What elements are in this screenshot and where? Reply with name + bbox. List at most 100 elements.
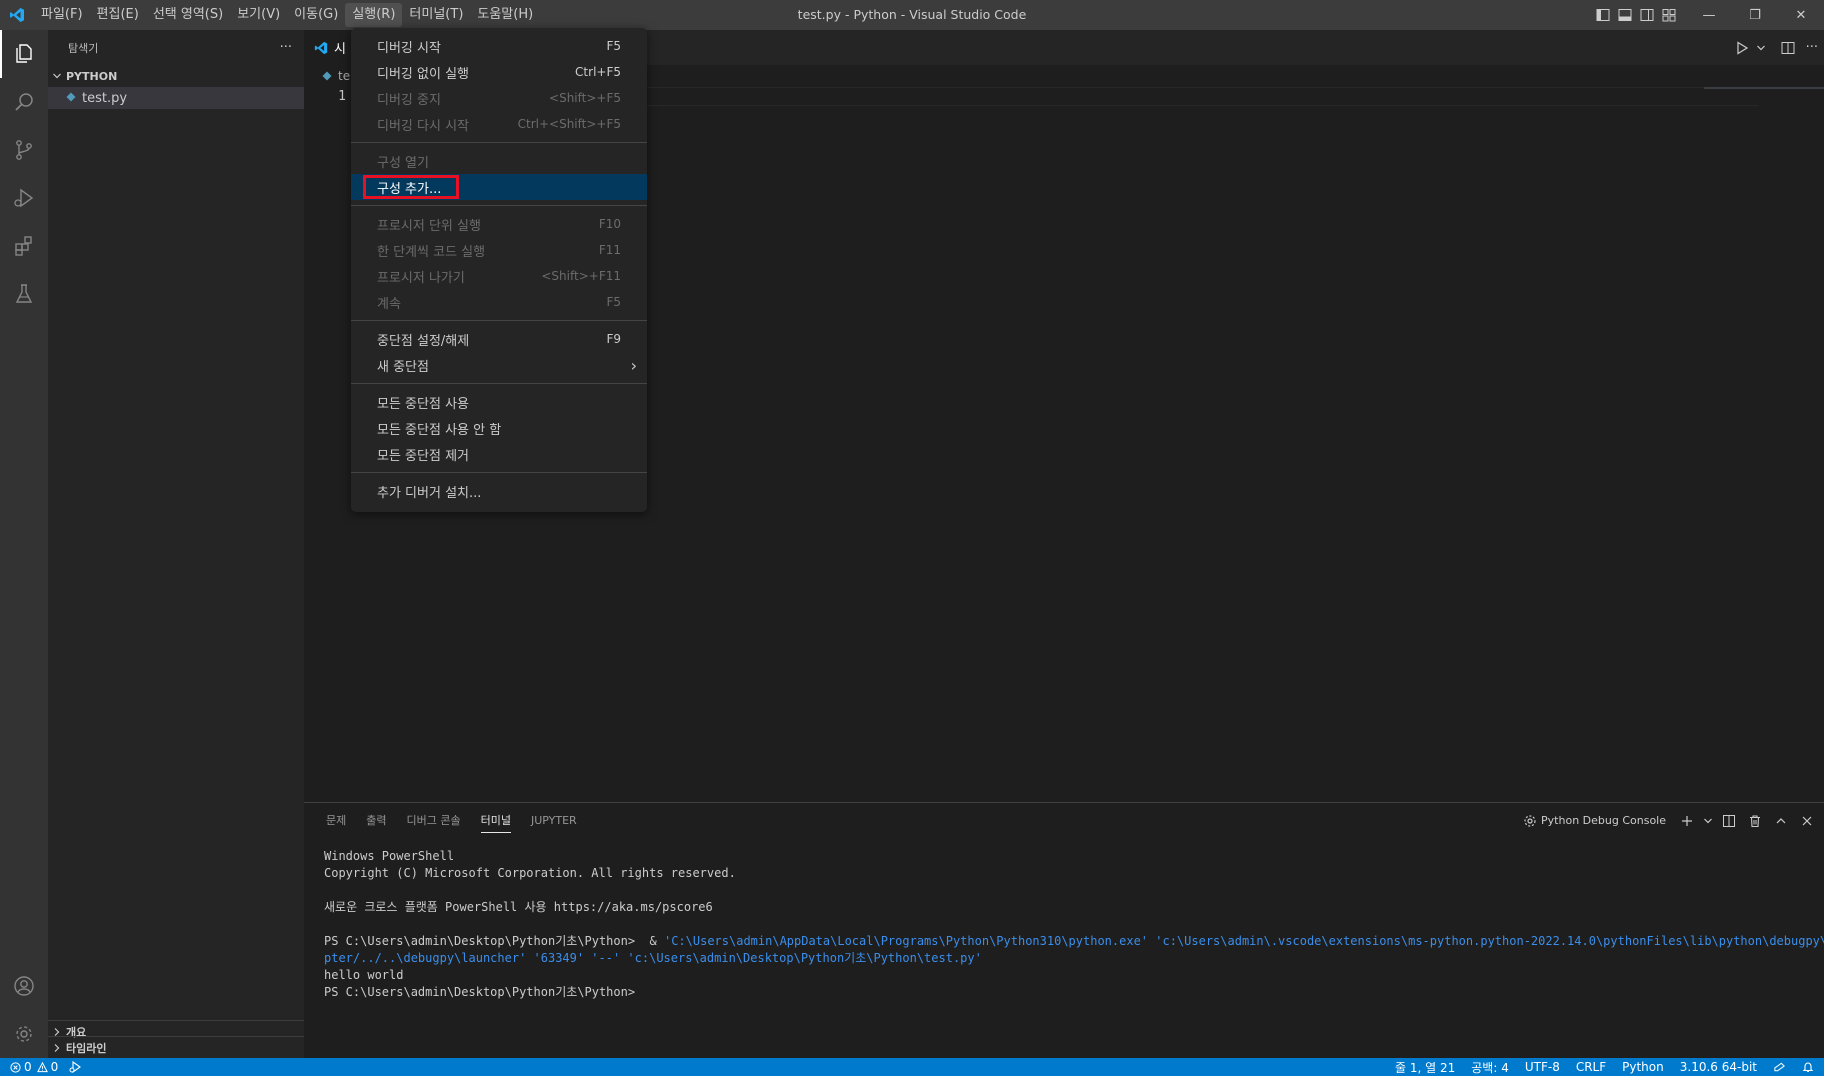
editor-tab-welcome[interactable]: 시 [304, 30, 352, 65]
terminal-prompt: PS C:\Users\admin\Desktop\Python기초\Pytho… [324, 934, 664, 948]
menu-item-3[interactable]: 보기(V) [230, 3, 287, 27]
python-file-icon [322, 71, 332, 81]
terminal-line: pter/../..\debugpy\launcher' '63349' '--… [324, 950, 1804, 967]
chevron-right-icon [52, 1027, 66, 1037]
run-menu-item-shortcut: <Shift>+F11 [541, 269, 621, 283]
explorer-icon[interactable] [0, 30, 48, 78]
notifications-bell-icon[interactable] [1802, 1061, 1814, 1073]
run-menu-item[interactable]: 추가 디버거 설치... [351, 478, 647, 504]
encoding[interactable]: UTF-8 [1525, 1060, 1560, 1074]
toggle-secondary-sidebar-icon[interactable] [1636, 4, 1658, 26]
menu-item-4[interactable]: 이동(G) [287, 3, 345, 27]
menu-item-5[interactable]: 실행(R) [345, 3, 403, 27]
indentation[interactable]: 공백: 4 [1471, 1059, 1509, 1076]
debug-console-gear-icon [1523, 814, 1537, 828]
panel-tab-1[interactable]: 출력 [356, 803, 396, 838]
extensions-icon[interactable] [0, 222, 48, 270]
editor-tab-label: 시 [334, 42, 346, 57]
file-item-test-py[interactable]: test.py [48, 87, 304, 109]
source-control-icon[interactable] [0, 126, 48, 174]
minimap[interactable] [1704, 87, 1824, 89]
run-menu-item[interactable]: 디버깅 시작 F5 [351, 33, 647, 59]
activity-bar [0, 30, 48, 1058]
split-editor-icon[interactable] [1780, 40, 1796, 56]
toggle-primary-sidebar-icon[interactable] [1592, 4, 1614, 26]
run-menu-item-shortcut: F10 [598, 217, 621, 231]
run-menu-item[interactable]: 모든 중단점 사용 [351, 389, 647, 415]
terminal-name[interactable]: Python Debug Console [1541, 814, 1666, 827]
debug-status-icon[interactable] [68, 1061, 82, 1073]
run-menu-item[interactable]: 디버깅 없이 실행 Ctrl+F5 [351, 59, 647, 85]
feedback-icon[interactable] [1773, 1061, 1786, 1073]
restore-button[interactable]: ❐ [1732, 0, 1778, 30]
run-and-debug-icon[interactable] [0, 174, 48, 222]
run-menu-item[interactable]: 모든 중단점 사용 안 함 [351, 415, 647, 441]
menu-item-6[interactable]: 터미널(T) [402, 3, 470, 27]
terminal-command-args: 'C:\Users\admin\AppData\Local\Programs\P… [663, 934, 1824, 948]
vscode-tab-icon [314, 41, 328, 55]
language-mode[interactable]: Python [1622, 1060, 1664, 1074]
maximize-panel-chevron-up-icon[interactable] [1770, 810, 1792, 832]
problems-status[interactable]: 0 0 [10, 1060, 58, 1074]
run-menu-item: 디버깅 중지 <Shift>+F5 [351, 85, 647, 111]
customize-layout-icon[interactable] [1658, 4, 1680, 26]
end-of-line[interactable]: CRLF [1576, 1060, 1606, 1074]
run-menu-dropdown: 디버깅 시작 F5 디버깅 없이 실행 Ctrl+F5 디버깅 중지 <Shift>+F5… [351, 28, 647, 512]
chevron-down-icon[interactable] [1702, 810, 1714, 832]
error-count: 0 [24, 1060, 32, 1074]
run-menu-item[interactable]: 새 중단점 › [351, 352, 647, 378]
split-terminal-icon[interactable] [1718, 810, 1740, 832]
run-menu-item-shortcut: F9 [606, 332, 621, 346]
run-menu-item-label: 모든 중단점 사용 [377, 396, 469, 412]
toggle-panel-icon[interactable] [1614, 4, 1636, 26]
title-bar-actions: — ❐ ✕ [1592, 0, 1824, 30]
run-menu-item[interactable]: 구성 추가... [351, 174, 647, 200]
search-icon[interactable] [0, 78, 48, 126]
manage-gear-icon[interactable] [0, 1010, 48, 1058]
menu-separator [351, 205, 647, 206]
run-python-file-icon[interactable] [1734, 40, 1750, 56]
explorer-header: 탐색기 ··· [48, 30, 304, 65]
highlight-callout-box [363, 175, 459, 199]
run-menu-item[interactable]: 모든 중단점 제거 [351, 441, 647, 467]
panel-tab-3[interactable]: 터미널 [471, 803, 521, 838]
terminal-text: Windows PowerShell [324, 849, 455, 863]
warning-icon [36, 1061, 48, 1073]
chevron-down-icon [52, 71, 66, 81]
menu-item-0[interactable]: 파일(F) [34, 3, 90, 27]
menu-separator [351, 472, 647, 473]
run-menu-item[interactable]: 중단점 설정/해제 F9 [351, 326, 647, 352]
terminal-line: Windows PowerShell [324, 848, 1804, 865]
title-bar: 파일(F) 편집(E) 선택 영역(S) 보기(V) 이동(G) 실행(R) 터미널(T) 도… [0, 0, 1824, 30]
menu-item-1[interactable]: 편집(E) [90, 3, 146, 27]
status-bar: 0 0 줄 1, 열 21 공백: 4 UTF-8 CRLF Python 3.… [0, 1058, 1824, 1076]
menu-item-2[interactable]: 선택 영역(S) [146, 3, 230, 27]
menu-item-7[interactable]: 도움말(H) [470, 3, 540, 27]
panel-tab-4[interactable]: JUPYTER [521, 803, 587, 838]
cursor-position[interactable]: 줄 1, 열 21 [1395, 1059, 1455, 1076]
accounts-icon[interactable] [0, 962, 48, 1010]
folder-header[interactable]: PYTHON [48, 65, 304, 87]
python-interpreter[interactable]: 3.10.6 64-bit [1680, 1060, 1757, 1074]
close-window-button[interactable]: ✕ [1778, 0, 1824, 30]
testing-icon[interactable] [0, 270, 48, 318]
run-menu-item-label: 계속 [377, 296, 401, 312]
menu-separator [351, 320, 647, 321]
timeline-section[interactable]: 타임라인 [48, 1036, 304, 1058]
new-terminal-plus-icon[interactable] [1676, 810, 1698, 832]
terminal-output[interactable]: Windows PowerShell Copyright (C) Microsof… [304, 838, 1824, 1001]
panel-tab-2[interactable]: 디버그 콘솔 [397, 803, 471, 838]
minimize-button[interactable]: — [1686, 0, 1732, 30]
more-actions-icon[interactable]: ··· [1806, 40, 1818, 55]
close-panel-icon[interactable] [1796, 810, 1818, 832]
chevron-down-icon[interactable] [1756, 43, 1766, 53]
kill-terminal-trash-icon[interactable] [1744, 810, 1766, 832]
panel-tab-0[interactable]: 문제 [316, 803, 356, 838]
run-menu-item-label: 한 단계씩 코드 실행 [377, 244, 486, 260]
terminal-text: 새로운 크로스 플랫폼 PowerShell 사용 https://aka.ms… [324, 900, 713, 914]
editor-actions: ··· [1734, 30, 1818, 65]
run-menu-item-shortcut: F11 [598, 243, 621, 257]
breadcrumb-file[interactable]: te [338, 69, 350, 83]
panel-tabs: 문제 출력 디버그 콘솔 터미널 JUPYTER [316, 803, 587, 838]
more-actions-button[interactable]: ··· [280, 40, 292, 55]
